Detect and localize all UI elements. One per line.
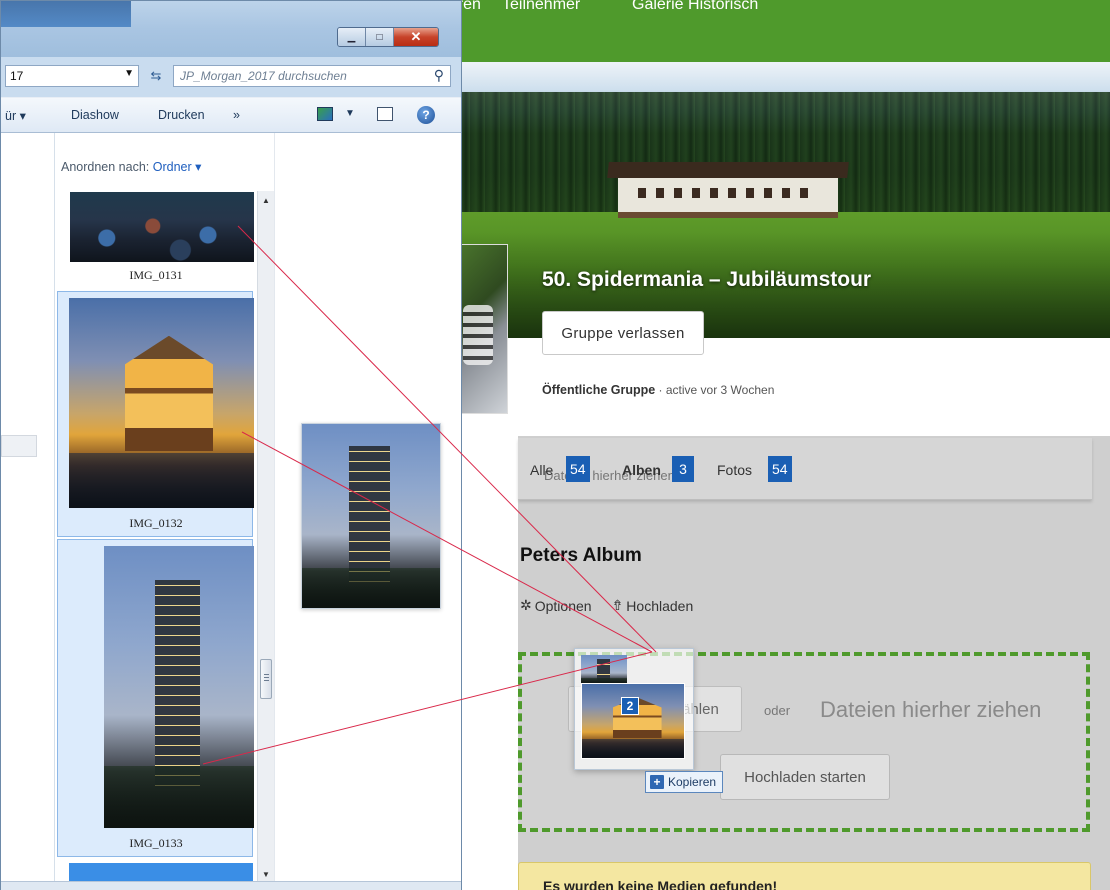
album-actions: ✲ Optionen ⇮ Hochladen (520, 597, 693, 614)
gear-icon: ✲ (520, 597, 532, 613)
scroll-up-icon[interactable]: ▲ (258, 193, 274, 209)
print-button[interactable]: Drucken (158, 108, 205, 122)
close-icon[interactable]: ✕ (394, 28, 438, 46)
group-activity: · active vor 3 Wochen (655, 383, 775, 397)
upload-icon: ⇮ (611, 597, 624, 613)
tab-fotos-count: 54 (768, 456, 792, 482)
file-item-img-0131[interactable]: IMG_0131 (57, 191, 254, 287)
options-label: Optionen (534, 597, 592, 614)
site-navbar: Touren Teilnehmer Galerie Historisch (440, 0, 1110, 62)
album-title: Peters Album (520, 545, 642, 566)
window-controls: ▁ □ ✕ (337, 27, 439, 47)
group-title: 50. Spidermania – Jubiläumstour (542, 268, 872, 291)
ghost-thumbnail-front (581, 683, 685, 759)
tab-alben-count: 3 (672, 456, 694, 482)
nav-link-teilnehmer[interactable]: Teilnehmer (502, 0, 580, 14)
copy-tooltip: + Kopieren (645, 771, 724, 793)
minimize-icon[interactable]: ▁ (338, 28, 366, 46)
drag-count-badge: 2 (621, 697, 639, 715)
preview-image (301, 423, 441, 609)
copy-label: Kopieren (668, 775, 717, 789)
explorer-toolbar: ür ▾ Diashow Drucken » ▼ ? (1, 97, 461, 133)
chevron-down-icon[interactable]: ▼ (124, 68, 134, 79)
leave-group-button[interactable]: Gruppe verlassen (542, 311, 704, 355)
window-titlebar[interactable]: ▁ □ ✕ (1, 1, 461, 57)
scrollbar-thumb[interactable] (260, 659, 272, 699)
address-value: 17 (10, 69, 24, 83)
options-link[interactable]: ✲ Optionen (520, 597, 592, 614)
tab-alle[interactable]: Alle (530, 462, 553, 478)
ghost-thumbnail-back (581, 655, 627, 685)
file-list: Anordnen nach: Ordner ▾ IMG_0131 IMG_013… (57, 133, 275, 890)
tab-fotos[interactable]: Fotos (717, 462, 752, 478)
group-meta: Öffentliche Gruppe · active vor 3 Wochen (542, 383, 774, 397)
help-icon[interactable]: ? (417, 106, 435, 124)
search-placeholder: JP_Morgan_2017 durchsuchen (180, 69, 347, 83)
more-commands-button[interactable]: » (233, 108, 240, 122)
navigation-pane (1, 133, 55, 890)
file-item-img-0132[interactable]: IMG_0132 (57, 291, 254, 537)
arrange-value-link[interactable]: Ordner ▾ (153, 160, 202, 174)
address-bar: 17 ▼ ⇆ JP_Morgan_2017 durchsuchen ⚲ (1, 61, 461, 91)
address-field[interactable]: 17 ▼ (5, 65, 139, 87)
tab-alle-count: 54 (566, 456, 590, 482)
or-text: oder (764, 703, 791, 718)
arrange-label: Anordnen nach: (61, 160, 150, 174)
file-thumbnail (69, 298, 254, 508)
search-input[interactable]: JP_Morgan_2017 durchsuchen ⚲ (173, 65, 451, 87)
refresh-icon[interactable]: ⇆ (143, 65, 169, 87)
file-thumbnail (70, 192, 254, 262)
file-item-img-0133[interactable]: IMG_0133 (57, 539, 254, 857)
file-name: IMG_0132 (129, 516, 183, 530)
explorer-window: ▁ □ ✕ 17 ▼ ⇆ JP_Morgan_2017 durchsuchen ⚲ … (0, 0, 462, 890)
arrange-by: Anordnen nach: Ordner ▾ (61, 159, 201, 174)
explorer-content: Anordnen nach: Ordner ▾ IMG_0131 IMG_013… (1, 133, 461, 890)
tab-alben[interactable]: Alben (622, 462, 661, 478)
status-bar (1, 881, 461, 890)
slideshow-button[interactable]: Diashow (71, 108, 119, 122)
group-type: Öffentliche Gruppe (542, 383, 656, 397)
change-view-icon[interactable] (317, 107, 333, 121)
preview-pane-icon[interactable] (377, 107, 393, 121)
nav-selected-item[interactable] (1, 435, 37, 457)
drop-hint-text: Dateien hierher ziehen (820, 697, 1042, 722)
preview-pane (275, 133, 461, 890)
file-thumbnail (104, 546, 254, 828)
search-icon[interactable]: ⚲ (434, 67, 444, 84)
plus-icon: + (650, 775, 664, 789)
view-options-chevron-icon[interactable]: ▼ (345, 108, 355, 119)
upload-link[interactable]: ⇮ Hochladen (612, 597, 694, 614)
upload-label: Hochladen (626, 597, 694, 614)
no-media-alert: Es wurden keine Medien gefunden! (518, 862, 1091, 890)
maximize-icon[interactable]: □ (366, 28, 394, 46)
file-list-scrollbar[interactable]: ▲ ▼ (257, 191, 274, 890)
file-name: IMG_0133 (129, 836, 183, 850)
cover-photo (440, 62, 1110, 338)
file-name: IMG_0131 (129, 268, 183, 282)
nav-link-galerie[interactable]: Galerie Historisch (632, 0, 758, 14)
start-upload-button[interactable]: Hochladen starten (720, 754, 890, 800)
organize-menu[interactable]: ür ▾ (5, 108, 26, 123)
media-filter-bar: Dateien hierher ziehen Alle 54 Alben 3 F… (518, 438, 1092, 500)
